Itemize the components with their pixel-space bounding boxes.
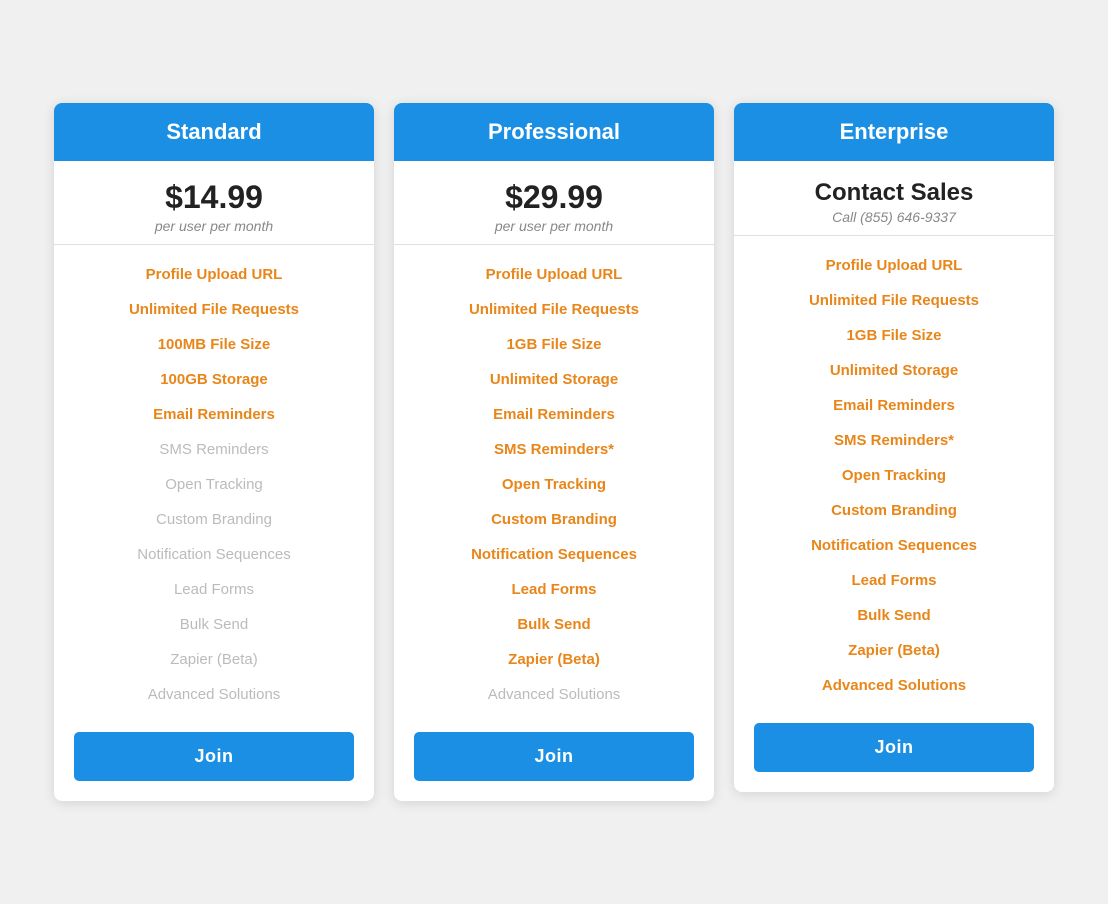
feature-item-standard-4: Email Reminders — [74, 397, 354, 432]
feature-item-standard-10: Bulk Send — [74, 607, 354, 642]
feature-item-enterprise-1: Unlimited File Requests — [754, 283, 1034, 318]
feature-item-enterprise-6: Open Tracking — [754, 458, 1034, 493]
plan-price-contact-enterprise: Contact Sales — [754, 179, 1034, 207]
feature-item-professional-8: Notification Sequences — [414, 537, 694, 572]
feature-item-professional-12: Advanced Solutions — [414, 677, 694, 712]
features-list-enterprise: Profile Upload URLUnlimited File Request… — [734, 236, 1054, 723]
feature-item-enterprise-4: Email Reminders — [754, 388, 1034, 423]
join-button-standard[interactable]: Join — [74, 732, 354, 781]
feature-item-standard-12: Advanced Solutions — [74, 677, 354, 712]
feature-item-professional-9: Lead Forms — [414, 572, 694, 607]
card-footer-standard: Join — [54, 732, 374, 801]
feature-item-standard-0: Profile Upload URL — [74, 257, 354, 292]
card-header-professional: Professional — [394, 103, 714, 161]
feature-item-enterprise-0: Profile Upload URL — [754, 248, 1034, 283]
price-section-professional: $29.99 per user per month — [394, 161, 714, 245]
plan-price-standard: $14.99 — [74, 179, 354, 216]
feature-item-professional-1: Unlimited File Requests — [414, 292, 694, 327]
feature-item-standard-3: 100GB Storage — [74, 362, 354, 397]
feature-item-standard-7: Custom Branding — [74, 502, 354, 537]
feature-item-professional-10: Bulk Send — [414, 607, 694, 642]
card-footer-professional: Join — [394, 732, 714, 801]
feature-item-professional-0: Profile Upload URL — [414, 257, 694, 292]
plan-period-enterprise: Call (855) 646-9337 — [754, 209, 1034, 225]
card-footer-enterprise: Join — [734, 723, 1054, 792]
pricing-container: Standard $14.99 per user per month Profile … — [20, 103, 1088, 801]
feature-item-enterprise-5: SMS Reminders* — [754, 423, 1034, 458]
plan-title-standard: Standard — [74, 119, 354, 145]
features-list-standard: Profile Upload URLUnlimited File Request… — [54, 245, 374, 732]
feature-item-enterprise-10: Bulk Send — [754, 598, 1034, 633]
plan-title-enterprise: Enterprise — [754, 119, 1034, 145]
feature-item-standard-5: SMS Reminders — [74, 432, 354, 467]
feature-item-professional-7: Custom Branding — [414, 502, 694, 537]
join-button-enterprise[interactable]: Join — [754, 723, 1034, 772]
feature-item-professional-2: 1GB File Size — [414, 327, 694, 362]
card-header-standard: Standard — [54, 103, 374, 161]
feature-item-enterprise-9: Lead Forms — [754, 563, 1034, 598]
feature-item-enterprise-3: Unlimited Storage — [754, 353, 1034, 388]
feature-item-enterprise-12: Advanced Solutions — [754, 668, 1034, 703]
feature-item-enterprise-7: Custom Branding — [754, 493, 1034, 528]
feature-item-professional-4: Email Reminders — [414, 397, 694, 432]
feature-item-standard-9: Lead Forms — [74, 572, 354, 607]
price-section-enterprise: Contact Sales Call (855) 646-9337 — [734, 161, 1054, 236]
plan-period-standard: per user per month — [74, 218, 354, 234]
feature-item-standard-1: Unlimited File Requests — [74, 292, 354, 327]
plan-price-professional: $29.99 — [414, 179, 694, 216]
join-button-professional[interactable]: Join — [414, 732, 694, 781]
feature-item-enterprise-8: Notification Sequences — [754, 528, 1034, 563]
feature-item-professional-11: Zapier (Beta) — [414, 642, 694, 677]
feature-item-professional-3: Unlimited Storage — [414, 362, 694, 397]
price-section-standard: $14.99 per user per month — [54, 161, 374, 245]
feature-item-standard-11: Zapier (Beta) — [74, 642, 354, 677]
feature-item-enterprise-11: Zapier (Beta) — [754, 633, 1034, 668]
feature-item-professional-6: Open Tracking — [414, 467, 694, 502]
plan-title-professional: Professional — [414, 119, 694, 145]
feature-item-enterprise-2: 1GB File Size — [754, 318, 1034, 353]
feature-item-standard-2: 100MB File Size — [74, 327, 354, 362]
feature-item-standard-8: Notification Sequences — [74, 537, 354, 572]
pricing-card-enterprise: Enterprise Contact Sales Call (855) 646-93… — [734, 103, 1054, 792]
pricing-card-standard: Standard $14.99 per user per month Profile … — [54, 103, 374, 801]
feature-item-professional-5: SMS Reminders* — [414, 432, 694, 467]
feature-item-standard-6: Open Tracking — [74, 467, 354, 502]
plan-period-professional: per user per month — [414, 218, 694, 234]
card-header-enterprise: Enterprise — [734, 103, 1054, 161]
pricing-card-professional: Professional $29.99 per user per month Prof… — [394, 103, 714, 801]
features-list-professional: Profile Upload URLUnlimited File Request… — [394, 245, 714, 732]
